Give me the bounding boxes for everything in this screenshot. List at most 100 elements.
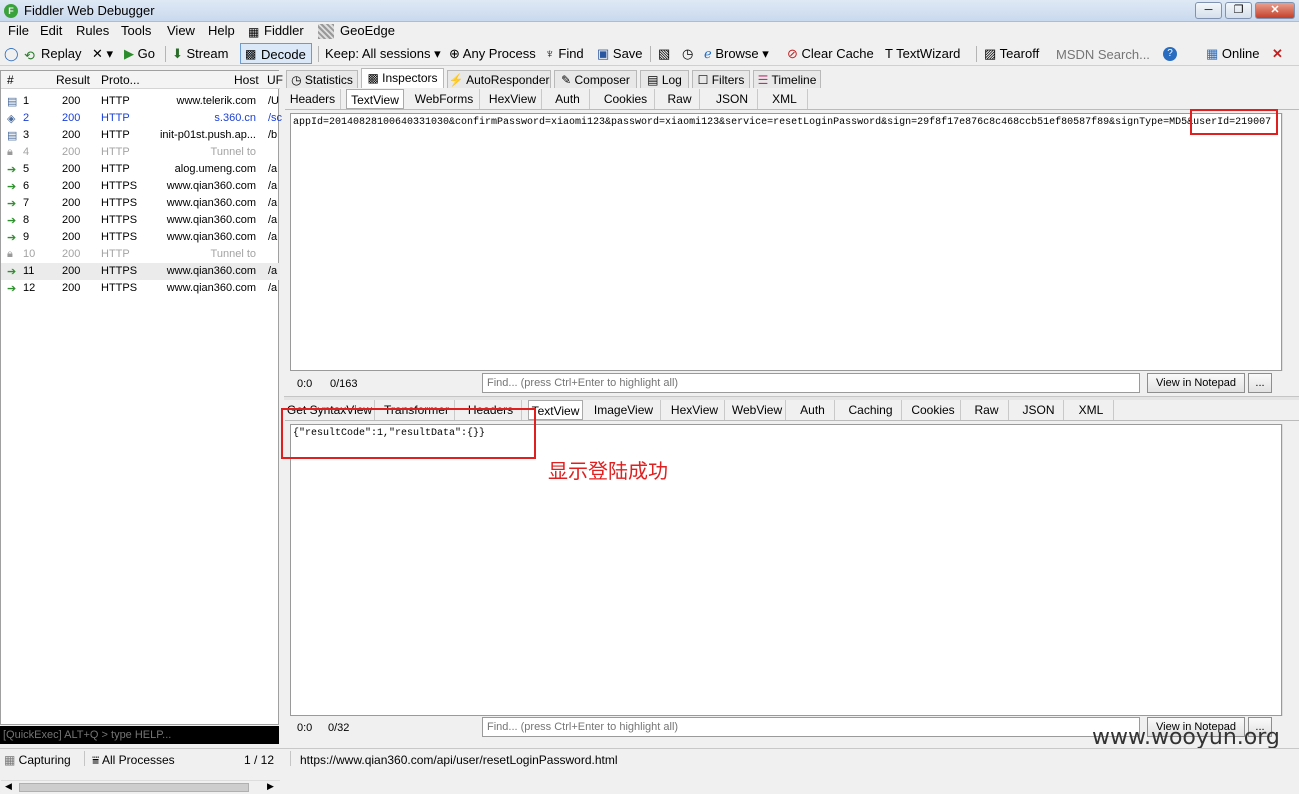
tab-statistics-label: Statistics — [304, 73, 353, 87]
session-proto: HTTPS — [101, 214, 138, 226]
col-url[interactable]: UF — [267, 73, 283, 87]
col-number[interactable]: # — [7, 73, 14, 87]
resp-tab-caching[interactable]: Caching — [840, 400, 902, 420]
browse-button[interactable]: ℯ Browse ▾ — [704, 46, 769, 62]
stream-button[interactable]: ⬇ Stream — [172, 46, 228, 62]
decode-button[interactable]: ▩ Decode — [240, 43, 312, 64]
req-tab-webforms[interactable]: WebForms — [409, 89, 480, 109]
session-row[interactable]: 🔒︎ 4 200 HTTP Tunnel to — [1, 144, 280, 161]
comment-icon[interactable]: ◯ — [4, 46, 19, 62]
request-more-button[interactable]: ... — [1248, 373, 1272, 393]
textwizard-button[interactable]: T TextWizard — [885, 46, 960, 61]
any-process-button[interactable]: ⊕ Any Process — [449, 46, 536, 62]
session-row[interactable]: ➔ 8 200 HTTPS www.qian360.com/a — [1, 212, 280, 229]
session-row[interactable]: ➔ 7 200 HTTPS www.qian360.com/a — [1, 195, 280, 212]
request-find-bar: 0:0 0/163 View in Notepad ... — [290, 373, 1275, 393]
arrow-icon: ➔ — [7, 181, 17, 193]
response-scrollbar[interactable] — [1282, 424, 1299, 716]
menu-fiddler[interactable]: Fiddler — [262, 23, 306, 38]
req-tab-json[interactable]: JSON — [707, 89, 758, 109]
resp-tab-webview[interactable]: WebView — [729, 400, 786, 420]
stream-label: Stream — [186, 46, 229, 61]
scroll-right-icon[interactable]: ▶ — [267, 781, 274, 792]
req-tab-raw[interactable]: Raw — [660, 89, 700, 109]
go-button[interactable]: ▶ Go — [124, 46, 155, 62]
find-button[interactable]: ♆ Find — [545, 46, 584, 61]
tab-timeline[interactable]: ☰ Timeline — [753, 70, 821, 88]
request-scrollbar[interactable] — [1282, 113, 1299, 371]
request-view-notepad-button[interactable]: View in Notepad — [1147, 373, 1245, 393]
scroll-left-icon[interactable]: ◀ — [5, 781, 12, 792]
response-find-input[interactable] — [482, 717, 1140, 737]
resp-tab-hexview[interactable]: HexView — [665, 400, 725, 420]
resp-tab-raw[interactable]: Raw — [965, 400, 1009, 420]
session-row[interactable]: ➔ 11 200 HTTPS www.qian360.com/a — [1, 263, 280, 280]
decode-label: Decode — [261, 47, 306, 62]
menu-tools[interactable]: Tools — [119, 23, 153, 38]
any-process-label: Any Process — [462, 46, 536, 61]
status-separator — [290, 751, 291, 766]
session-row[interactable]: ➔ 9 200 HTTPS www.qian360.com/a — [1, 229, 280, 246]
capturing-indicator[interactable]: ▦ Capturing — [4, 753, 71, 767]
tab-filters[interactable]: ☐ Filters — [692, 70, 750, 88]
menu-view[interactable]: View — [165, 23, 197, 38]
replay-label: Replay — [41, 46, 82, 61]
horizontal-scrollbar[interactable]: ◀ ▶ — [1, 780, 280, 794]
save-button[interactable]: ▣ Save — [597, 46, 643, 62]
keep-sessions-dropdown[interactable]: Keep: All sessions ▾ — [325, 46, 441, 62]
req-tab-textview[interactable]: TextView — [346, 89, 404, 109]
session-row[interactable]: ➔ 5 200 HTTP alog.umeng.com/a — [1, 161, 280, 178]
response-textview[interactable]: {"resultCode":1,"resultData":{}} — [290, 424, 1282, 716]
replay-button[interactable]: ⟲ Replay — [24, 46, 82, 63]
menu-help[interactable]: Help — [206, 23, 237, 38]
minimize-button[interactable]: ─ — [1195, 2, 1222, 19]
resp-tab-json[interactable]: JSON — [1014, 400, 1064, 420]
maximize-button[interactable]: ❐ — [1225, 2, 1252, 19]
menu-rules[interactable]: Rules — [74, 23, 111, 38]
tab-composer[interactable]: ✎ Composer — [554, 70, 637, 88]
request-textview[interactable]: appId=20140828100640331030&confirmPasswo… — [290, 113, 1282, 371]
resp-tab-auth[interactable]: Auth — [791, 400, 835, 420]
session-row[interactable]: ▤ 3 200 HTTP init-p01st.push.ap... /b — [1, 127, 280, 144]
req-tab-cookies[interactable]: Cookies — [597, 89, 655, 109]
col-result[interactable]: Result — [56, 73, 90, 87]
req-tab-xml[interactable]: XML — [762, 89, 808, 109]
resp-tab-xml[interactable]: XML — [1069, 400, 1114, 420]
req-tab-auth[interactable]: Auth — [546, 89, 590, 109]
scroll-thumb[interactable] — [19, 783, 249, 792]
resp-tab-textview[interactable]: TextView — [528, 400, 583, 420]
tab-autoresponder[interactable]: ⚡ AutoResponder — [447, 70, 551, 88]
col-host[interactable]: Host — [234, 73, 259, 87]
resp-tab-cookies[interactable]: Cookies — [906, 400, 961, 420]
session-row[interactable]: ➔ 6 200 HTTPS www.qian360.com/a — [1, 178, 280, 195]
close-window-button[interactable]: ✕ — [1255, 2, 1295, 19]
session-row[interactable]: ▤ 1 200 HTTP www.telerik.com/U — [1, 93, 280, 110]
resp-tab-imageview[interactable]: ImageView — [587, 400, 661, 420]
menu-geoedge[interactable]: GeoEdge — [338, 23, 397, 38]
req-tab-headers[interactable]: Headers — [285, 89, 341, 109]
tab-inspectors[interactable]: ▩ Inspectors — [361, 68, 444, 88]
toolbar-close-button[interactable]: ✕ — [1272, 46, 1283, 62]
tearoff-button[interactable]: ▨ Tearoff — [984, 46, 1039, 62]
session-url: /U — [268, 95, 279, 107]
msdn-search-input[interactable] — [1056, 45, 1156, 63]
help-icon[interactable]: ? — [1163, 47, 1177, 61]
session-row[interactable]: 🔒︎ 10 200 HTTP Tunnel to — [1, 246, 280, 263]
session-list: # Result Proto... Host UF ▤ 1 200 HTTP www.t… — [0, 70, 283, 794]
clear-cache-button[interactable]: ⊘ Clear Cache — [787, 46, 874, 62]
req-tab-hexview[interactable]: HexView — [484, 89, 542, 109]
process-filter[interactable]: ⩸ All Processes — [92, 753, 175, 768]
col-protocol[interactable]: Proto... — [101, 73, 140, 87]
request-find-input[interactable] — [482, 373, 1140, 393]
online-button[interactable]: ▦ Online — [1206, 46, 1259, 62]
timer-icon[interactable]: ◷ — [682, 46, 693, 62]
tab-log[interactable]: ▤ Log — [640, 70, 689, 88]
remove-button[interactable]: ✕ ▾ — [92, 46, 113, 62]
screenshot-icon[interactable]: ▧ — [658, 46, 670, 62]
quickexec-input[interactable] — [0, 726, 279, 744]
menu-file[interactable]: File — [6, 23, 31, 38]
session-row[interactable]: ➔ 12 200 HTTPS www.qian360.com/a — [1, 280, 280, 297]
session-row[interactable]: ◈ 2 200 HTTP s.360.cn/sc — [1, 110, 282, 127]
tab-statistics[interactable]: ◷ Statistics — [286, 70, 358, 88]
menu-edit[interactable]: Edit — [38, 23, 64, 38]
